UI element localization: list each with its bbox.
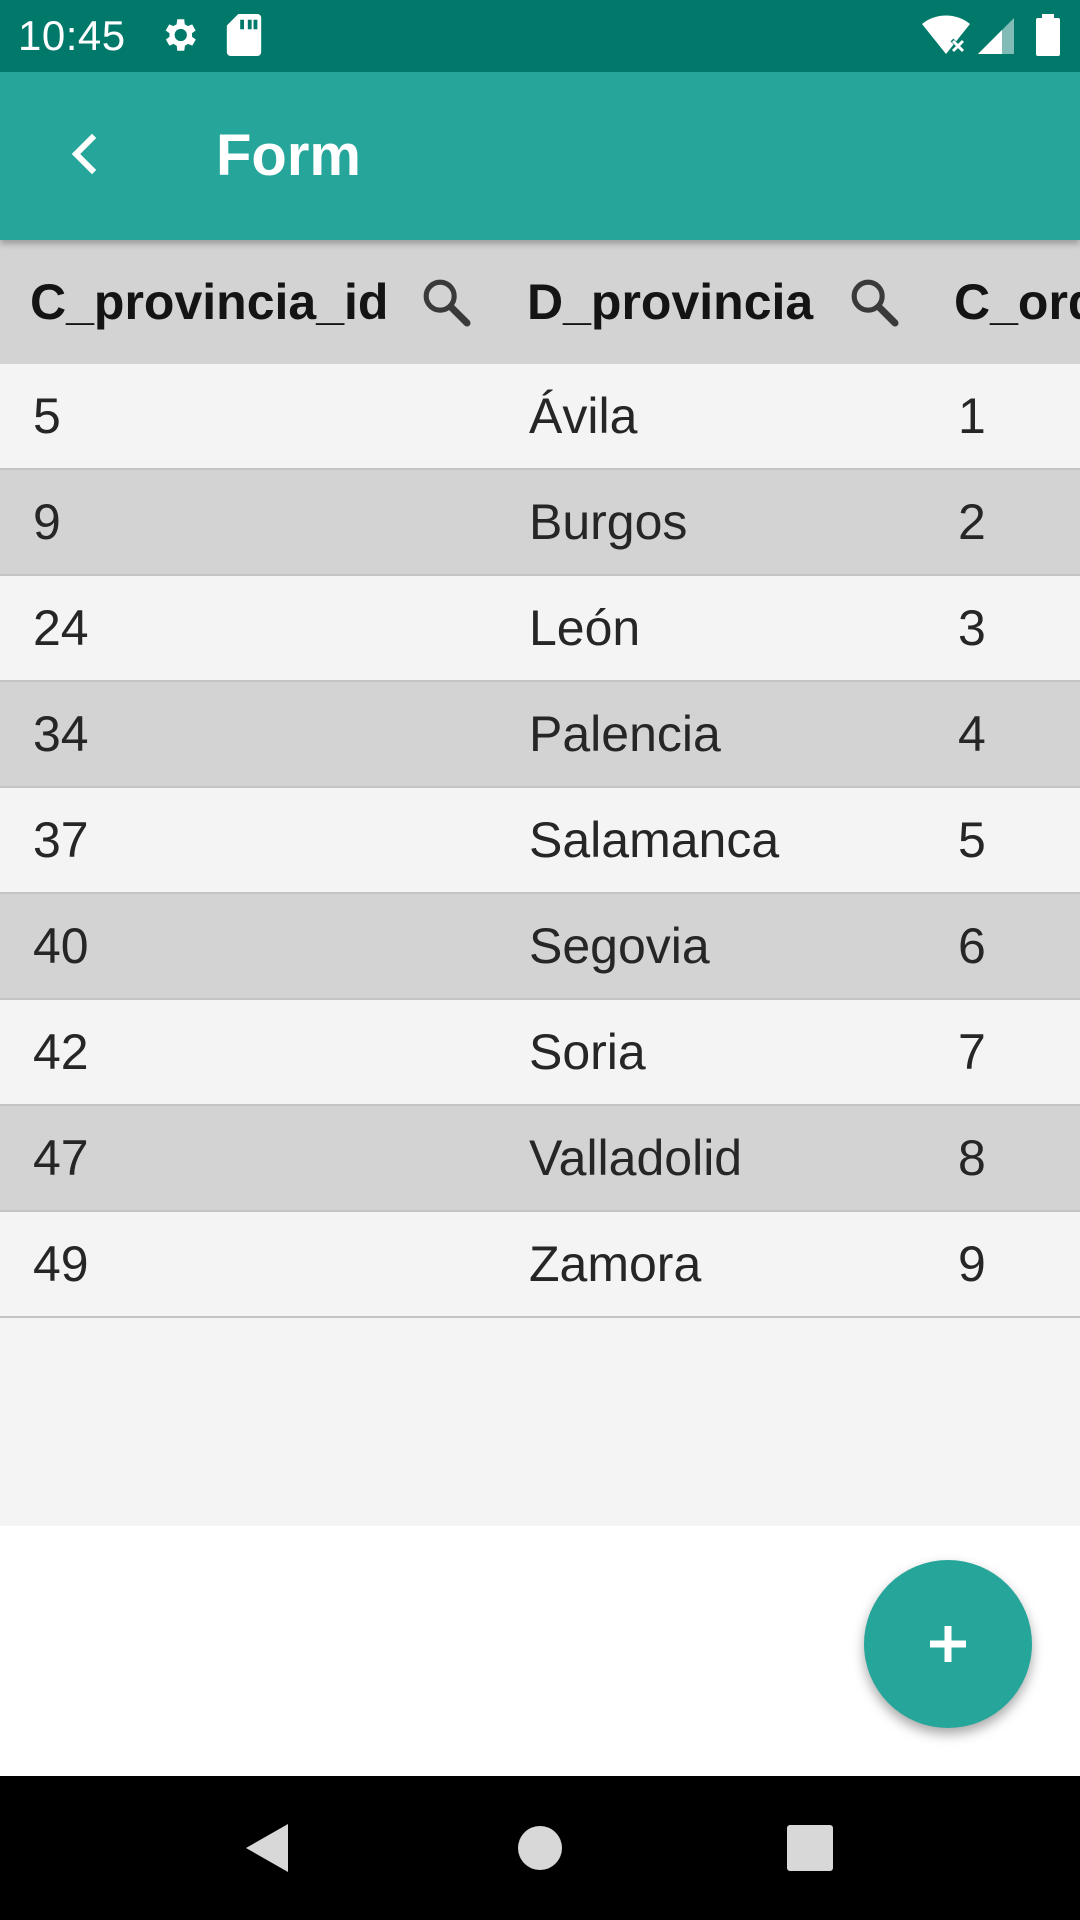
- cell-id: 5: [33, 388, 61, 444]
- cell-id: 42: [33, 1024, 89, 1080]
- cell-provincia: Soria: [529, 1024, 646, 1080]
- home-circle-icon[interactable]: [510, 1818, 570, 1878]
- cell-id: 40: [33, 918, 89, 974]
- table-header: C_provincia_id D_provincia C_ord: [0, 240, 1080, 364]
- table-row[interactable]: 47 Valladolid 8: [0, 1106, 1080, 1212]
- cell-provincia: Valladolid: [529, 1130, 743, 1186]
- battery-icon: [1036, 14, 1060, 61]
- table-row[interactable]: 49 Zamora 9: [0, 1212, 1080, 1318]
- table-row[interactable]: 42 Soria 7: [0, 1000, 1080, 1106]
- cell-order: 3: [958, 600, 986, 656]
- table-row[interactable]: 9 Burgos 2: [0, 470, 1080, 576]
- cell-provincia: Segovia: [529, 918, 710, 974]
- cell-id: 24: [33, 600, 89, 656]
- sd-card-icon: [226, 14, 262, 61]
- cell-order: 2: [958, 494, 986, 550]
- navigation-bar: [0, 1776, 1080, 1920]
- cell-provincia: León: [529, 600, 641, 656]
- cell-provincia: Palencia: [529, 706, 721, 762]
- cell-id: 37: [33, 812, 89, 868]
- add-button[interactable]: [864, 1560, 1032, 1728]
- column-header-c-ord[interactable]: C_ord: [954, 240, 1080, 364]
- table-row[interactable]: 34 Palencia 4: [0, 682, 1080, 788]
- cell-provincia: Burgos: [529, 494, 688, 550]
- cell-order: 1: [958, 388, 986, 444]
- cell-order: 9: [958, 1236, 986, 1292]
- cell-id: 34: [33, 706, 89, 762]
- cell-id: 49: [33, 1236, 89, 1292]
- data-table: C_provincia_id D_provincia C_ord 5 Ávila…: [0, 240, 1080, 1526]
- recents-square-icon[interactable]: [780, 1818, 840, 1878]
- table-row[interactable]: 40 Segovia 6: [0, 894, 1080, 1000]
- cell-provincia: Zamora: [529, 1236, 702, 1292]
- table-row[interactable]: 24 León 3: [0, 576, 1080, 682]
- table-row[interactable]: 37 Salamanca 5: [0, 788, 1080, 894]
- cell-order: 5: [958, 812, 986, 868]
- signal-icon: [978, 18, 1014, 59]
- gear-icon: [158, 14, 200, 61]
- cell-order: 4: [958, 706, 986, 762]
- search-icon[interactable]: [418, 274, 474, 330]
- status-bar: 10:45: [0, 0, 1080, 72]
- app-bar: Form: [0, 72, 1080, 240]
- wifi-off-icon: [922, 14, 970, 59]
- back-triangle-icon[interactable]: [238, 1818, 298, 1878]
- cell-order: 6: [958, 918, 986, 974]
- cell-provincia: Ávila: [529, 388, 638, 444]
- page-title: Form: [216, 123, 361, 188]
- cell-id: 47: [33, 1130, 89, 1186]
- column-header-d-provincia[interactable]: D_provincia: [527, 240, 813, 364]
- search-icon[interactable]: [846, 274, 902, 330]
- cell-order: 8: [958, 1130, 986, 1186]
- cell-order: 7: [958, 1024, 986, 1080]
- status-time: 10:45: [18, 12, 126, 59]
- table-row[interactable]: 5 Ávila 1: [0, 364, 1080, 470]
- column-header-c-provincia-id[interactable]: C_provincia_id: [30, 240, 388, 364]
- chevron-left-icon: [44, 133, 128, 200]
- back-button[interactable]: [44, 112, 128, 196]
- cell-id: 9: [33, 494, 61, 550]
- cell-provincia: Salamanca: [529, 812, 780, 868]
